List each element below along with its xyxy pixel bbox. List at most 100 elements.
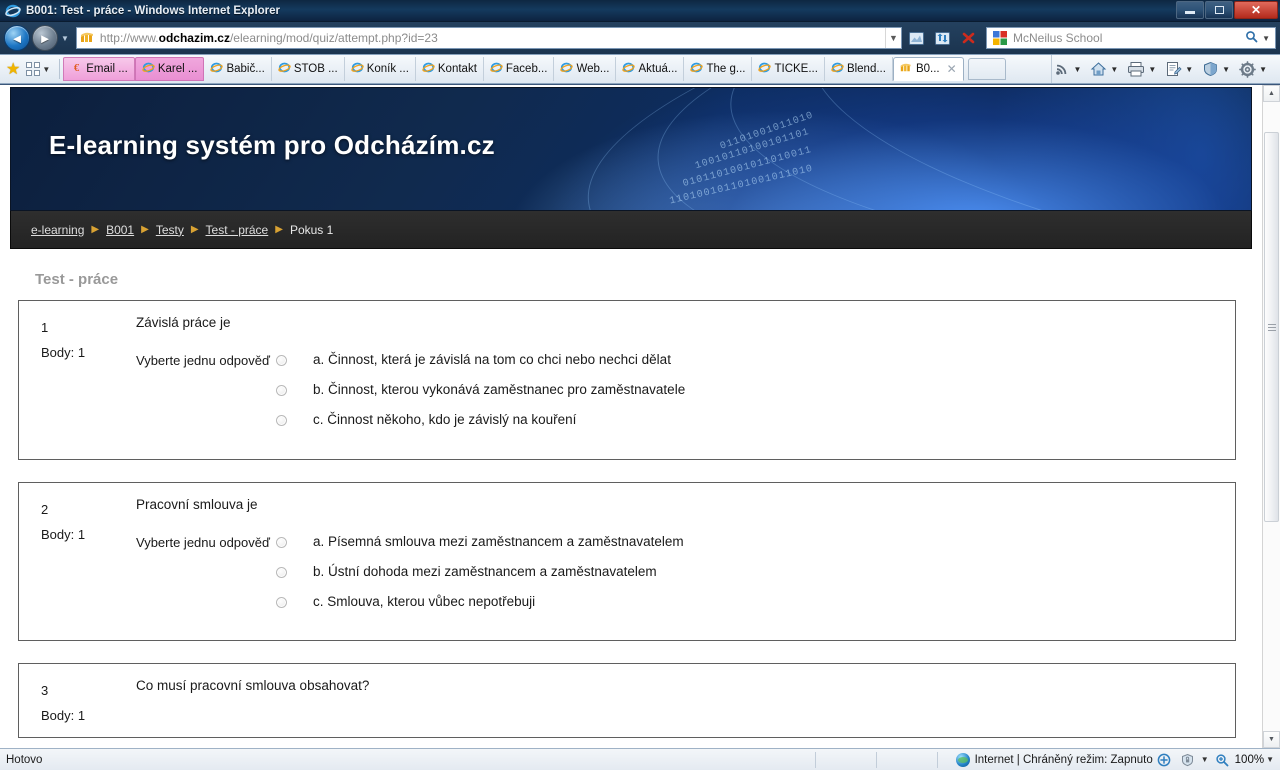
- privacy-dropdown-icon[interactable]: ▼: [1201, 755, 1209, 764]
- feeds-dropdown-icon[interactable]: ▼: [1073, 65, 1081, 74]
- scroll-down-button[interactable]: ▼: [1263, 731, 1280, 748]
- ie-favicon-icon: [758, 61, 772, 77]
- privacy-report-icon[interactable]: [1177, 751, 1199, 769]
- feeds-button[interactable]: ▼: [1052, 57, 1088, 81]
- favorite-item-1[interactable]: Karel ...: [134, 57, 205, 81]
- minimize-button[interactable]: [1176, 1, 1204, 19]
- svg-text:€: €: [74, 63, 80, 74]
- search-icon[interactable]: [1245, 30, 1258, 46]
- question-list: 1 Body: 1 Závislá práce je Vyberte jednu od…: [10, 300, 1252, 738]
- answer-radio-button[interactable]: [276, 415, 287, 427]
- breadcrumb-item-1[interactable]: B001: [106, 223, 134, 237]
- favorite-item-label: Babič...: [226, 63, 265, 75]
- favorite-item-9[interactable]: The g...: [684, 57, 753, 81]
- zoom-icon[interactable]: [1211, 751, 1233, 769]
- security-zone-text: Internet | Chráněný režim: Zapnuto: [974, 753, 1153, 766]
- command-bar-tools: ▼ ▼ ▼ ▼ ▼ ▼: [1051, 55, 1280, 83]
- recent-pages-dropdown-icon[interactable]: ▼: [61, 34, 69, 43]
- security-zone[interactable]: Internet | Chráněný režim: Zapnuto: [955, 752, 1153, 767]
- enlarge-icon[interactable]: [1153, 751, 1175, 769]
- answer-label[interactable]: a. Činnost, která je závislá na tom co c…: [313, 352, 671, 368]
- favorites-overflow-caret-icon[interactable]: ▼: [42, 65, 50, 74]
- zoom-dropdown-icon[interactable]: ▼: [1266, 755, 1274, 764]
- answer-radio-button[interactable]: [276, 596, 287, 608]
- answer-option[interactable]: a. Činnost, která je závislá na tom co c…: [276, 352, 1215, 368]
- answer-label[interactable]: b. Ústní dohoda mezi zaměstnancem a zamě…: [313, 564, 657, 580]
- answer-label[interactable]: b. Činnost, kterou vykonává zaměstnanec …: [313, 382, 685, 398]
- stop-button[interactable]: [956, 26, 980, 50]
- answer-option[interactable]: b. Činnost, kterou vykonává zaměstnanec …: [276, 382, 1215, 398]
- answer-option[interactable]: c. Činnost někoho, kdo je závislý na kou…: [276, 412, 1215, 428]
- favorite-item-8[interactable]: Aktuá...: [616, 57, 685, 81]
- status-bar: Hotovo Internet | Chráněný režim: Zapnut…: [0, 748, 1280, 770]
- favorite-item-3[interactable]: STOB ...: [272, 57, 345, 81]
- print-button[interactable]: ▼: [1125, 57, 1163, 81]
- forward-button[interactable]: ►: [32, 25, 58, 51]
- scroll-up-button[interactable]: ▲: [1263, 85, 1280, 102]
- answer-radio-button[interactable]: [276, 385, 287, 397]
- tools-dropdown-icon[interactable]: ▼: [1259, 65, 1267, 74]
- home-button[interactable]: ▼: [1088, 57, 1125, 81]
- favorite-item-4[interactable]: Koník ...: [345, 57, 416, 81]
- favorite-item-12[interactable]: B0... ✕: [892, 57, 964, 81]
- breadcrumb-item-3[interactable]: Test - práce: [206, 223, 269, 237]
- zoom-level[interactable]: 100%: [1235, 754, 1264, 766]
- question-body: Závislá práce je Vyberte jednu odpověď a. …: [124, 315, 1235, 443]
- favorite-item-10[interactable]: TICKE...: [752, 57, 825, 81]
- breadcrumb-item-2[interactable]: Testy: [156, 223, 184, 237]
- close-tab-icon[interactable]: ✕: [947, 62, 957, 76]
- ie-favicon-icon: [210, 61, 224, 77]
- answer-option[interactable]: b. Ústní dohoda mezi zaměstnancem a zamě…: [276, 564, 1215, 580]
- scrollbar-track[interactable]: [1263, 102, 1280, 731]
- home-dropdown-icon[interactable]: ▼: [1110, 65, 1118, 74]
- answer-instruction: Vyberte jednu odpověď: [136, 353, 270, 368]
- favorites-star-icon[interactable]: ★: [6, 59, 20, 79]
- answer-radio-button[interactable]: [276, 355, 287, 366]
- answer-label[interactable]: c. Činnost někoho, kdo je závislý na kou…: [313, 412, 576, 428]
- web-page: 01101001011010 10010110100101101 0101101…: [0, 85, 1262, 748]
- favorites-bar-icon[interactable]: [26, 62, 41, 76]
- safety-button[interactable]: ▼: [1200, 57, 1237, 81]
- favorite-item-5[interactable]: Kontakt: [416, 57, 484, 81]
- scrollbar-thumb[interactable]: [1264, 132, 1279, 522]
- answer-option[interactable]: c. Smlouva, kterou vůbec nepotřebuji: [276, 594, 1215, 610]
- address-dropdown-icon[interactable]: ▼: [885, 28, 901, 48]
- question-text: Co musí pracovní smlouva obsahovat?: [136, 678, 370, 694]
- answer-option[interactable]: a. Písemná smlouva mezi zaměstnancem a z…: [276, 534, 1215, 550]
- print-dropdown-icon[interactable]: ▼: [1148, 65, 1156, 74]
- page-dropdown-icon[interactable]: ▼: [1185, 65, 1193, 74]
- page-button[interactable]: ▼: [1163, 57, 1200, 81]
- address-bar[interactable]: http://www.odchazim.cz/elearning/mod/qui…: [75, 27, 902, 49]
- answer-radio-button[interactable]: [276, 536, 287, 548]
- close-button[interactable]: ✕: [1234, 1, 1278, 19]
- question-block: 2 Body: 1 Pracovní smlouva je Vyberte jednu…: [18, 481, 1236, 642]
- favorite-item-7[interactable]: Web...: [554, 57, 617, 81]
- search-input[interactable]: McNeilus School: [1013, 31, 1102, 45]
- internet-explorer-logo-icon: [5, 3, 21, 19]
- answer-label[interactable]: c. Smlouva, kterou vůbec nepotřebuji: [313, 594, 535, 610]
- page-scrollbar[interactable]: ▲ ▼: [1262, 85, 1280, 748]
- refresh-button[interactable]: [930, 26, 954, 50]
- answer-label[interactable]: a. Písemná smlouva mezi zaměstnancem a z…: [313, 534, 684, 550]
- search-box[interactable]: McNeilus School ▼: [986, 27, 1276, 49]
- back-button[interactable]: ◄: [4, 25, 30, 51]
- favorite-item-0[interactable]: € Email ...: [63, 57, 135, 81]
- breadcrumb-item-0[interactable]: e-learning: [31, 223, 84, 237]
- question-block: 1 Body: 1 Závislá práce je Vyberte jednu od…: [18, 300, 1236, 460]
- compatibility-view-button[interactable]: [904, 26, 928, 50]
- breadcrumb-item-4: Pokus 1: [289, 222, 334, 237]
- status-text: Hotovo: [6, 753, 43, 766]
- maximize-button[interactable]: [1205, 1, 1233, 19]
- breadcrumb: e-learning ▶ B001 ▶ Testy ▶ Test - práce ▶ Pokus…: [10, 211, 1252, 249]
- safety-dropdown-icon[interactable]: ▼: [1222, 65, 1230, 74]
- answer-options: a. Činnost, která je závislá na tom co c…: [276, 352, 1215, 443]
- favorite-item-2[interactable]: Babič...: [204, 57, 272, 81]
- answer-radio-button[interactable]: [276, 566, 287, 578]
- new-tab-button[interactable]: [967, 58, 1006, 80]
- favorite-item-11[interactable]: Blend...: [825, 57, 893, 81]
- search-dropdown-icon[interactable]: ▼: [1262, 34, 1270, 43]
- moodle-favicon-icon: [80, 31, 96, 45]
- ie-favicon-icon: [622, 61, 636, 77]
- favorite-item-6[interactable]: Faceb...: [484, 57, 555, 81]
- tools-button[interactable]: ▼: [1237, 57, 1274, 81]
